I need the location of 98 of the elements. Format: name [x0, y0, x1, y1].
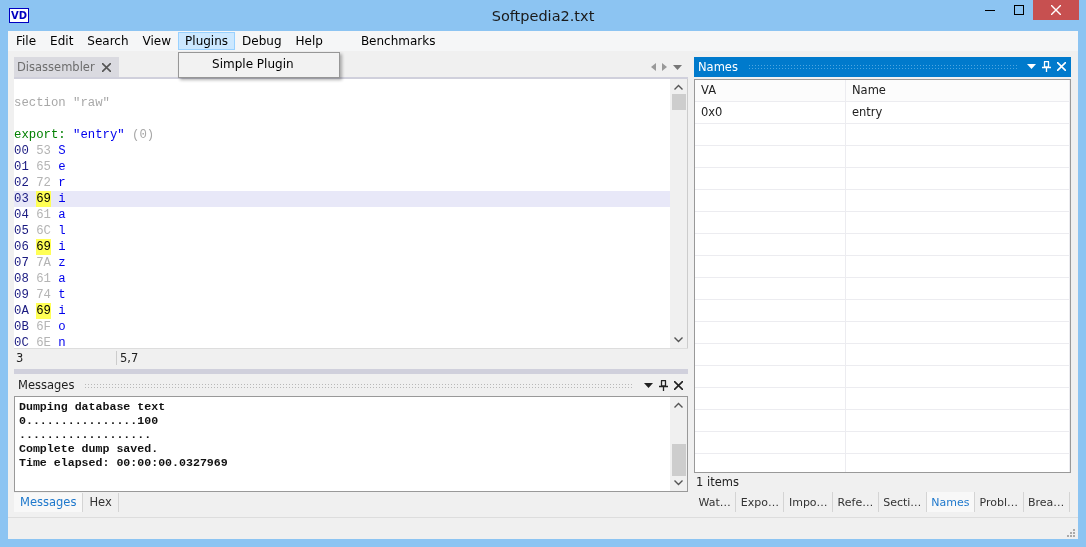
- byte-char: n: [58, 335, 66, 349]
- log-line: ...................: [19, 427, 153, 442]
- panel-title: Names: [698, 59, 738, 74]
- byte-hex: 7A: [36, 255, 51, 272]
- byte-hex: 69: [36, 303, 51, 320]
- code-keyword: export:: [14, 127, 66, 144]
- byte-char: e: [58, 159, 66, 176]
- scrollbar[interactable]: [670, 79, 687, 349]
- app-logo: VD: [9, 8, 30, 23]
- column-header[interactable]: VA: [695, 79, 846, 101]
- byte-offset: 09: [14, 287, 29, 304]
- byte-char: z: [58, 255, 66, 272]
- byte-hex: 6E: [36, 335, 51, 349]
- pin-icon[interactable]: [659, 379, 668, 391]
- document-tab[interactable]: Disassembler: [14, 57, 119, 78]
- code-line: section "raw": [14, 95, 110, 112]
- byte-offset: 0A: [14, 303, 29, 320]
- line-number: 3: [14, 351, 117, 366]
- scroll-thumb[interactable]: [671, 443, 686, 476]
- maximize-icon: [1013, 5, 1024, 15]
- byte-char: a: [58, 271, 66, 288]
- log-line: Dumping database text: [19, 399, 167, 414]
- byte-hex: 72: [36, 175, 51, 192]
- code-editor[interactable]: section "raw" export: "entry" (0) 00 53 S 01 65 e 02 72 r 03 69 i 04 61 a 05 6C l 06 69 i 07 7A z 08 61 a 09 74 t 0A 69 i 0B 6F o 0C 6E n: [14, 79, 670, 349]
- panel-tab[interactable]: Impo…: [784, 492, 834, 512]
- log-line: 0................100: [19, 413, 160, 428]
- table-cell: 0x0: [695, 101, 846, 123]
- byte-char: a: [58, 207, 66, 224]
- close-icon: [1051, 5, 1061, 15]
- byte-char: i: [58, 239, 66, 256]
- log-line: Complete dump saved.: [19, 441, 160, 456]
- byte-offset: 05: [14, 223, 29, 240]
- menu-item[interactable]: View: [135, 32, 179, 50]
- menu-item[interactable]: Help: [288, 32, 330, 50]
- panel-tab[interactable]: Expo…: [736, 492, 785, 512]
- byte-offset: 04: [14, 207, 29, 224]
- byte-char: o: [58, 319, 66, 336]
- byte-char: S: [58, 143, 66, 160]
- panel-tab[interactable]: Messages: [14, 492, 84, 512]
- byte-offset: 03: [14, 191, 29, 208]
- byte-hex: 53: [36, 143, 51, 160]
- byte-offset: 0C: [14, 335, 29, 349]
- table-cell: entry: [846, 101, 1070, 123]
- scrollbar[interactable]: [670, 396, 687, 491]
- scroll-up-icon[interactable]: [674, 401, 683, 408]
- byte-hex: 6F: [36, 319, 51, 336]
- panel-tab[interactable]: Names: [926, 492, 975, 512]
- panel-title: Messages: [18, 378, 75, 393]
- byte-hex: 61: [36, 271, 51, 288]
- byte-char: r: [58, 175, 66, 192]
- cursor-position: 5,7: [119, 351, 139, 366]
- scroll-thumb[interactable]: [671, 94, 686, 111]
- log-line: Time elapsed: 00:00:00.0327969: [19, 455, 229, 470]
- menu-item[interactable]: Search: [80, 32, 136, 50]
- byte-offset: 0B: [14, 319, 29, 336]
- byte-offset: 02: [14, 175, 29, 192]
- code-index: (0): [132, 127, 155, 144]
- menu-item[interactable]: Benchmarks: [353, 32, 443, 50]
- scroll-up-icon[interactable]: [674, 84, 683, 91]
- byte-hex: 61: [36, 207, 51, 224]
- panel-tab[interactable]: Refe…: [833, 492, 879, 512]
- byte-hex: 69: [36, 239, 51, 256]
- byte-char: i: [58, 191, 66, 208]
- close-icon[interactable]: [674, 380, 683, 390]
- byte-offset: 08: [14, 271, 29, 288]
- byte-char: t: [58, 287, 66, 304]
- byte-char: l: [58, 223, 66, 240]
- item-count: 1 items: [695, 474, 740, 492]
- menu-item[interactable]: File: [9, 32, 44, 50]
- menu-option[interactable]: Simple Plugin: [179, 55, 340, 75]
- scroll-down-icon[interactable]: [674, 479, 683, 486]
- dropdown-icon[interactable]: [644, 382, 653, 388]
- scroll-down-icon[interactable]: [674, 337, 683, 344]
- byte-offset: 06: [14, 239, 29, 256]
- byte-hex: 6C: [36, 223, 51, 240]
- byte-hex: 65: [36, 159, 51, 176]
- panel-tab[interactable]: Secti…: [878, 492, 927, 512]
- byte-offset: 00: [14, 143, 29, 160]
- resize-grip-icon[interactable]: [1067, 529, 1075, 537]
- menu-item[interactable]: Plugins: [178, 32, 236, 50]
- menu-item[interactable]: Edit: [43, 32, 81, 50]
- panel-tab[interactable]: Hex: [83, 492, 119, 512]
- menu-item[interactable]: Debug: [235, 32, 289, 50]
- byte-hex: 74: [36, 287, 51, 304]
- byte-char: i: [58, 303, 66, 320]
- scroll-right-icon[interactable]: [662, 63, 667, 72]
- panel-tab[interactable]: Probl…: [975, 492, 1024, 512]
- tab-label: Disassembler: [17, 60, 95, 75]
- byte-hex: 69: [36, 191, 51, 208]
- byte-offset: 07: [14, 255, 29, 272]
- window-title: Softpedia2.txt: [491, 7, 595, 24]
- column-header[interactable]: Name: [846, 79, 1070, 101]
- close-button[interactable]: [1033, 0, 1079, 20]
- code-string: "entry": [73, 127, 125, 144]
- panel-tab[interactable]: Wat…: [694, 492, 737, 512]
- byte-offset: 01: [14, 159, 29, 176]
- panel-tab[interactable]: Brea…: [1023, 492, 1070, 512]
- scroll-left-icon[interactable]: [651, 63, 656, 72]
